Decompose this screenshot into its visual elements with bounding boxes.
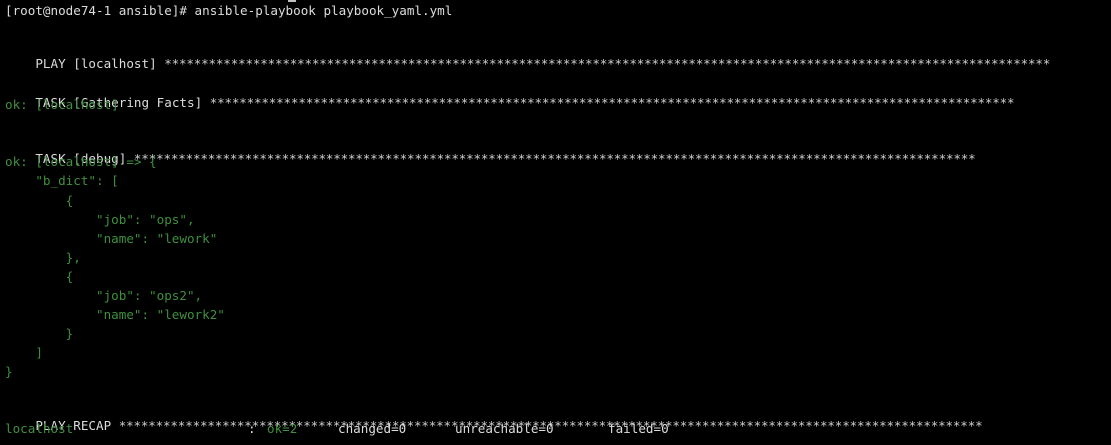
play-recap-line: PLAY RECAP *****************************… bbox=[5, 402, 982, 433]
task-gathering-facts-result: ok: [localhost] bbox=[5, 97, 119, 112]
json-line: } bbox=[5, 326, 74, 341]
recap-changed-count: changed=0 bbox=[338, 421, 407, 436]
task-debug-result: ok: [localhost] => { bbox=[5, 154, 157, 169]
json-line: "job": "ops", bbox=[5, 212, 195, 227]
task-gathering-facts-stars: ****************************************… bbox=[209, 95, 1015, 110]
json-line: } bbox=[5, 364, 13, 379]
json-line: "name": "lework2" bbox=[5, 307, 225, 322]
play-header-stars: ****************************************… bbox=[164, 56, 1051, 71]
terminal-window[interactable]: [root@node74-1 ansible]# ansible-playboo… bbox=[0, 0, 1111, 445]
recap-host: localhost bbox=[5, 421, 74, 436]
recap-colon: : bbox=[248, 421, 256, 436]
json-line: ] bbox=[5, 345, 43, 360]
json-line: }, bbox=[5, 250, 81, 265]
json-line: { bbox=[5, 269, 74, 284]
play-header: PLAY [localhost] bbox=[35, 56, 165, 71]
recap-failed-count: failed=0 bbox=[608, 421, 669, 436]
recap-unreachable-count: unreachable=0 bbox=[455, 421, 554, 436]
play-header-line: PLAY [localhost] ***********************… bbox=[5, 40, 1050, 71]
json-line: "name": "lework" bbox=[5, 231, 218, 246]
json-line: { bbox=[5, 193, 74, 208]
task-debug-stars: ****************************************… bbox=[133, 151, 976, 166]
json-line: "job": "ops2", bbox=[5, 288, 203, 303]
command-prompt-line: [root@node74-1 ansible]# ansible-playboo… bbox=[5, 3, 453, 18]
cursor-mark bbox=[288, 0, 296, 2]
json-line: "b_dict": [ bbox=[5, 173, 119, 188]
task-debug-line: TASK [debug] ***************************… bbox=[5, 135, 975, 166]
task-gathering-facts-line: TASK [Gathering Facts] *****************… bbox=[5, 79, 1014, 110]
recap-ok-count: ok=2 bbox=[267, 421, 298, 436]
